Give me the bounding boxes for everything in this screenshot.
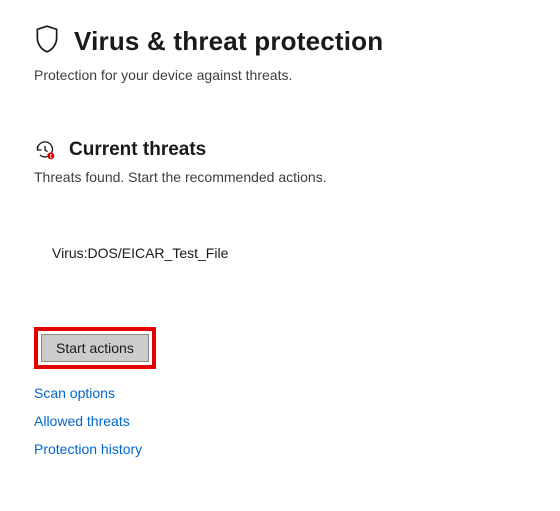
threat-item[interactable]: Virus:DOS/EICAR_Test_File	[52, 245, 526, 261]
section-header: Current threats	[34, 139, 526, 161]
page-title: Virus & threat protection	[74, 26, 383, 57]
section-description: Threats found. Start the recommended act…	[34, 169, 526, 185]
start-actions-highlight: Start actions	[34, 327, 156, 369]
allowed-threats-link[interactable]: Allowed threats	[34, 413, 130, 429]
start-actions-button[interactable]: Start actions	[41, 334, 149, 362]
protection-history-link[interactable]: Protection history	[34, 441, 142, 457]
page-subtitle: Protection for your device against threa…	[34, 67, 526, 83]
history-alert-icon	[34, 139, 56, 161]
page-header: Virus & threat protection	[34, 24, 526, 59]
section-title: Current threats	[69, 139, 206, 161]
shield-icon	[34, 24, 60, 59]
scan-options-link[interactable]: Scan options	[34, 385, 115, 401]
